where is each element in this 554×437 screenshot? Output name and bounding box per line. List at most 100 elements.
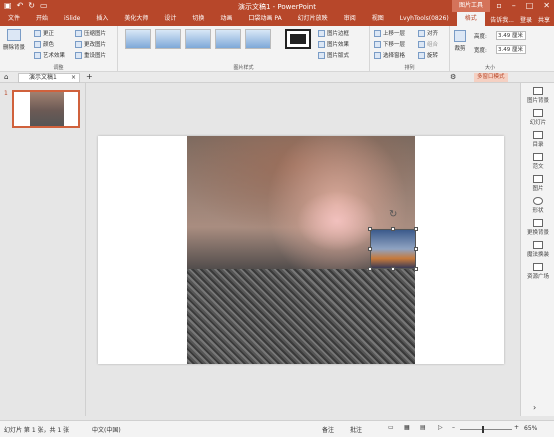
slide[interactable]: ↻ — [98, 136, 504, 364]
resize-handle-b[interactable] — [391, 267, 395, 271]
align-icon — [418, 29, 425, 37]
picture-layout-button[interactable]: 图片版式 — [318, 51, 349, 59]
ribbon-options-icon[interactable]: ▫ — [496, 1, 501, 10]
notes-button[interactable]: 备注 — [322, 425, 334, 434]
corrections-button[interactable]: 更正 — [34, 29, 54, 37]
zoom-slider[interactable] — [460, 426, 512, 433]
rp-magic-outfit[interactable]: 魔法换装 — [521, 241, 554, 258]
artistic-effects-button[interactable]: 艺术效果 — [34, 51, 65, 59]
picture-style-5[interactable] — [245, 29, 271, 49]
height-label: 高度: — [474, 34, 487, 40]
picture-styles-label: 图片样式 — [233, 65, 254, 71]
picture-style-4[interactable] — [215, 29, 241, 49]
slide-thumbnail[interactable] — [12, 90, 80, 128]
zoom-slider-thumb[interactable] — [482, 426, 484, 433]
new-tab-icon[interactable]: + — [86, 72, 93, 81]
send-backward-button[interactable]: 下移一层 — [374, 40, 405, 48]
rotate-button[interactable]: 旋转 — [418, 51, 438, 59]
adjust-group-label: 调整 — [53, 65, 64, 71]
rp-pictures[interactable]: 图片 — [521, 175, 554, 192]
tab-format[interactable]: 格式 — [456, 12, 485, 26]
close-tab-icon[interactable]: × — [71, 74, 76, 82]
slide-number: 1 — [4, 90, 8, 97]
settings-icon[interactable]: ⚙ — [450, 73, 456, 81]
maximize-icon[interactable]: □ — [526, 1, 534, 10]
selection-pane-button[interactable]: 选择窗格 — [374, 51, 405, 59]
resize-handle-bl[interactable] — [368, 267, 372, 271]
rp-slides[interactable]: 幻灯片 — [521, 109, 554, 126]
resize-handle-tr[interactable] — [414, 227, 418, 231]
tab-pocket-animation[interactable]: 口袋动画 PA — [240, 12, 289, 26]
color-button[interactable]: 颜色 — [34, 40, 54, 48]
group-button[interactable]: 组合 — [418, 40, 438, 48]
change-picture-button[interactable]: 更改图片 — [75, 40, 106, 48]
picture-style-6[interactable] — [285, 29, 311, 49]
rp-contents[interactable]: 目录 — [521, 131, 554, 148]
collapse-pane-icon[interactable]: › — [533, 403, 536, 412]
minimize-icon[interactable]: – — [512, 1, 516, 10]
rp-resource-plaza[interactable]: 资源广场 — [521, 263, 554, 280]
picture-style-3[interactable] — [185, 29, 211, 49]
language-status[interactable]: 中文(中国) — [92, 425, 121, 434]
rotate-icon — [418, 51, 425, 59]
height-input[interactable]: 3.49 厘米 — [496, 31, 526, 40]
resize-handle-r[interactable] — [414, 247, 418, 251]
reset-picture-button[interactable]: 重设图片 — [75, 51, 106, 59]
sorter-view-icon[interactable]: ▦ — [404, 424, 410, 431]
rotate-handle-icon[interactable]: ↻ — [389, 209, 397, 220]
picture-style-1[interactable] — [125, 29, 151, 49]
rp-change-background[interactable]: 更换背景 — [521, 219, 554, 236]
rp-templates[interactable]: 范文 — [521, 153, 554, 170]
resize-handle-l[interactable] — [368, 247, 372, 251]
tab-design[interactable]: 设计 — [156, 12, 184, 26]
zoom-out-icon[interactable]: – — [452, 424, 455, 431]
width-input[interactable]: 3.49 厘米 — [496, 45, 526, 54]
bring-forward-button[interactable]: 上移一层 — [374, 29, 405, 37]
slide-canvas: ↻ — [86, 83, 520, 416]
tab-insert[interactable]: 插入 — [88, 12, 116, 26]
tab-meihua[interactable]: 美化大师 — [116, 12, 156, 26]
close-icon[interactable]: ✕ — [543, 1, 550, 10]
grid-icon — [533, 263, 543, 271]
remove-background-button[interactable]: 删除背景 — [3, 29, 25, 51]
resize-handle-t[interactable] — [391, 227, 395, 231]
tab-transitions[interactable]: 切换 — [184, 12, 212, 26]
document-tab[interactable]: 演示文稿1 × — [18, 73, 80, 83]
multi-window-mode-button[interactable]: 多窗口模式 — [474, 73, 508, 82]
selected-picture[interactable] — [370, 229, 416, 269]
tab-slideshow[interactable]: 幻灯片放映 — [290, 12, 336, 26]
tab-lvyhtools[interactable]: LvyhTools(0826) — [392, 12, 457, 26]
tell-me-search[interactable]: 告诉我... — [490, 15, 514, 24]
tab-file[interactable]: 文件 — [0, 12, 28, 26]
tab-review[interactable]: 审阅 — [336, 12, 364, 26]
comments-button[interactable]: 批注 — [350, 425, 362, 434]
picture-tools-label: 图片工具 — [452, 0, 490, 12]
resize-handle-br[interactable] — [414, 267, 418, 271]
portrait-photo[interactable]: ↻ — [187, 136, 418, 364]
picture-styles-group: 图片边框 图片效果 图片版式 图片样式 — [118, 26, 370, 72]
picture-border-button[interactable]: 图片边框 — [318, 29, 349, 37]
crop-icon — [454, 30, 466, 42]
resize-handle-tl[interactable] — [368, 227, 372, 231]
picture-effects-button[interactable]: 图片效果 — [318, 40, 349, 48]
share-button[interactable]: 共享 — [538, 15, 550, 24]
home-icon[interactable]: ⌂ — [4, 73, 8, 81]
reading-view-icon[interactable]: ▤ — [420, 424, 426, 431]
slideshow-view-icon[interactable]: ▷ — [438, 424, 443, 431]
tab-islide[interactable]: iSlide — [56, 12, 88, 26]
login-link[interactable]: 登录 — [520, 15, 532, 24]
normal-view-icon[interactable]: ▭ — [388, 424, 394, 431]
tab-view[interactable]: 视图 — [364, 12, 392, 26]
crop-button[interactable]: 裁剪 — [454, 30, 466, 52]
status-bar: 幻灯片 第 1 张，共 1 张 中文(中国) 备注 批注 ▭ ▦ ▤ ▷ – +… — [0, 420, 554, 437]
picture-style-2[interactable] — [155, 29, 181, 49]
tab-home[interactable]: 开始 — [28, 12, 56, 26]
compress-pictures-button[interactable]: 压缩图片 — [75, 29, 106, 37]
zoom-level[interactable]: 65% — [524, 425, 537, 432]
rp-shapes[interactable]: 形状 — [521, 197, 554, 214]
tab-animations[interactable]: 动画 — [212, 12, 240, 26]
align-button[interactable]: 对齐 — [418, 29, 438, 37]
rp-picture-background[interactable]: 图片背景 — [521, 87, 554, 104]
bring-forward-icon — [374, 29, 381, 37]
zoom-in-icon[interactable]: + — [514, 424, 519, 431]
